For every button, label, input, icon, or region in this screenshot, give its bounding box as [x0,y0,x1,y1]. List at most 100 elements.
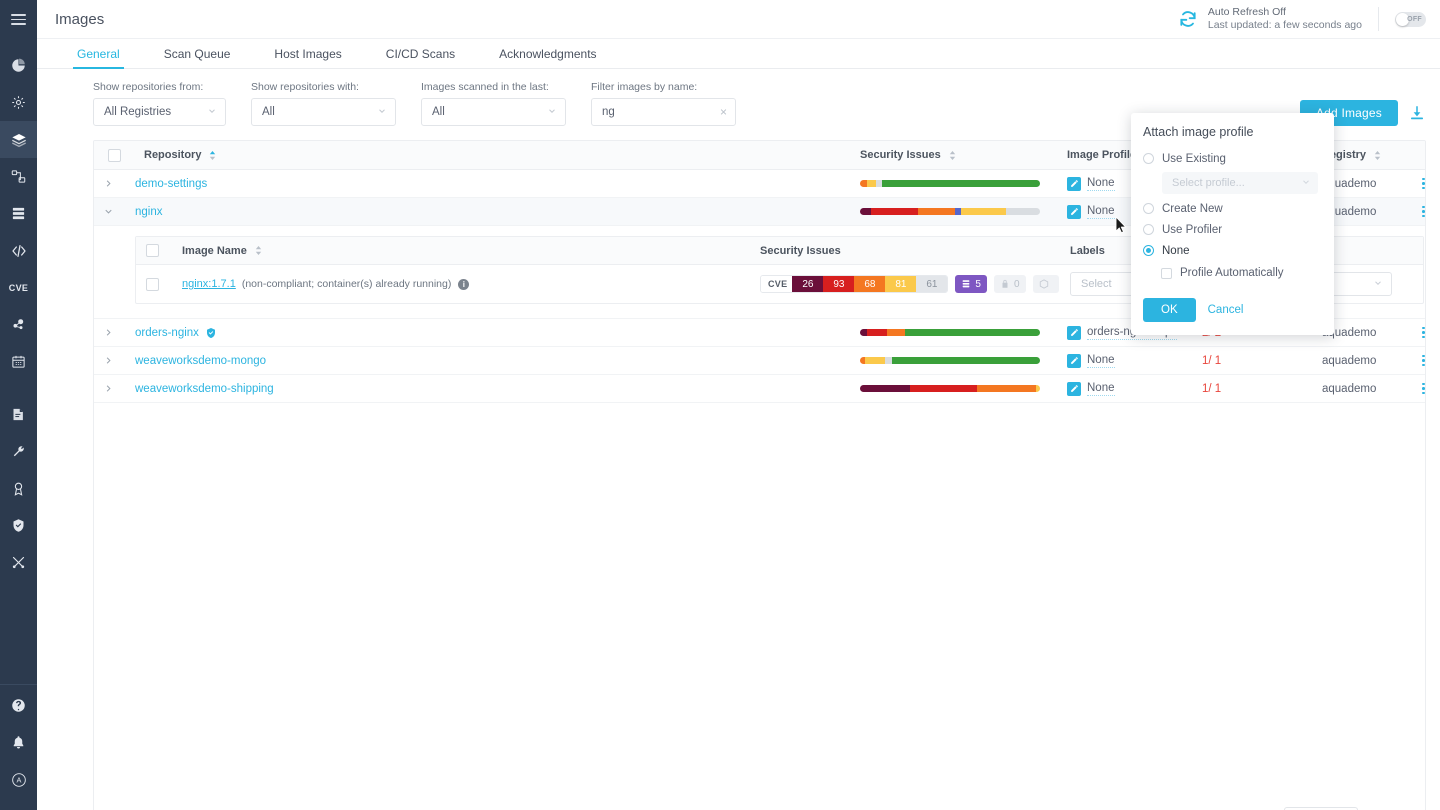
expand-row-button[interactable] [94,383,123,394]
registries-select-value: All Registries [104,106,172,118]
account-avatar-icon[interactable]: A [0,761,37,798]
tab-general[interactable]: General [73,47,124,69]
column-header-registry[interactable]: Registry [1322,149,1422,161]
repositories-with-select[interactable]: All [251,98,396,126]
image-name-input[interactable]: ng × [591,98,736,126]
filter-registries: Show repositories from: All Registries [93,81,226,126]
row-registry-cell: aquademo [1322,177,1377,190]
sidebar-item-settings[interactable] [0,84,37,121]
sidebar-item-security-shield[interactable] [0,507,37,544]
image-profile-value[interactable]: None [1087,354,1115,368]
image-name-link[interactable]: nginx:1.7.1 [182,278,236,290]
profile-automatically-checkbox[interactable] [1161,267,1172,279]
kebab-menu-icon[interactable] [1422,326,1425,339]
sidebar-item-cve[interactable]: CVE [0,269,37,306]
severity-bar [860,180,1040,187]
image-profile-value[interactable]: None [1087,177,1115,191]
radio-button[interactable] [1143,153,1154,164]
nested-column-header-image-name[interactable]: Image Name [168,245,760,257]
sidebar-item-policies[interactable] [0,306,37,343]
severity-bar [860,385,1040,392]
row-actions-menu[interactable] [1422,382,1425,395]
labels-select-placeholder: Select [1081,278,1112,290]
nested-row-checkbox[interactable] [136,277,168,291]
radio-button[interactable] [1143,224,1154,235]
row-actions-menu[interactable] [1422,177,1425,190]
repository-link[interactable]: nginx [135,206,163,218]
radio-create-new[interactable]: Create New [1140,198,1322,219]
profile-automatically-row[interactable]: Profile Automatically [1140,262,1322,284]
repository-link[interactable]: orders-nginx [135,327,199,339]
malware-pill[interactable]: 5 [955,275,987,293]
sidebar-item-workloads[interactable] [0,158,37,195]
sidebar-item-calendar[interactable] [0,343,37,380]
column-header-repository[interactable]: Repository [135,149,860,161]
repository-link[interactable]: demo-settings [135,178,207,190]
sidebar-item-tools[interactable] [0,544,37,581]
sidebar-item-reports[interactable] [0,396,37,433]
download-icon[interactable] [1408,104,1426,122]
table-row[interactable]: weaveworksdemo-shipping None 1/ 1 aquade… [94,375,1425,403]
filter-registries-label: Show repositories from: [93,81,204,93]
select-all-checkbox[interactable] [94,148,135,162]
clear-icon[interactable]: × [720,105,727,119]
collapse-row-button[interactable] [94,206,123,217]
row-repository-cell: orders-nginx [135,327,860,339]
hamburger-menu-icon[interactable] [0,0,37,39]
edit-profile-icon[interactable] [1067,176,1081,191]
scanned-in-last-select[interactable]: All [421,98,566,126]
profile-select[interactable]: Select profile... [1162,172,1318,194]
repository-link[interactable]: weaveworksdemo-mongo [135,355,266,367]
row-actions-menu[interactable] [1422,326,1425,339]
cancel-button[interactable]: Cancel [1208,304,1244,316]
expand-row-button[interactable] [94,327,123,338]
edit-profile-icon[interactable] [1067,381,1081,396]
kebab-menu-icon[interactable] [1422,354,1425,367]
sidebar-item-infrastructure[interactable] [0,195,37,232]
sidebar-item-wrench[interactable] [0,433,37,470]
sidebar-item-dashboard[interactable] [0,47,37,84]
notifications-bell-icon[interactable] [0,724,37,761]
edit-profile-icon[interactable] [1067,353,1081,368]
tab-cicd-scans[interactable]: CI/CD Scans [386,47,455,68]
nested-select-all-checkbox[interactable] [136,244,168,257]
sidebar-item-images[interactable] [0,121,37,158]
row-registry-cell: aquademo [1322,382,1377,395]
expand-row-button[interactable] [94,355,123,366]
radio-button[interactable] [1143,203,1154,214]
registries-select[interactable]: All Registries [93,98,226,126]
radio-use-existing[interactable]: Use Existing [1140,148,1322,169]
auto-refresh-toggle[interactable]: OFF [1395,11,1426,27]
image-profile-value[interactable]: None [1087,205,1115,219]
kebab-menu-icon[interactable] [1422,177,1425,190]
sidebar-item-award[interactable] [0,470,37,507]
radio-use-profiler[interactable]: Use Profiler [1140,219,1322,240]
top-bar-right: Auto Refresh Off Last updated: a few sec… [1178,6,1426,32]
radio-none[interactable]: None [1140,240,1322,261]
kebab-menu-icon[interactable] [1422,382,1425,395]
chevron-down-icon [547,106,557,119]
sidebar-item-code[interactable] [0,232,37,269]
image-profile-value[interactable]: None [1087,382,1115,396]
cve-severity-group[interactable]: CVE 26 93 68 81 61 [760,275,949,293]
table-row[interactable]: weaveworksdemo-mongo None 1/ 1 aquademo [94,347,1425,375]
kebab-menu-icon[interactable] [1422,205,1425,218]
edit-profile-icon[interactable] [1067,325,1081,340]
row-actions-menu[interactable] [1422,354,1425,367]
info-icon[interactable]: i [458,278,470,290]
sensitive-data-pill[interactable]: 0 [993,275,1026,293]
edit-profile-icon[interactable] [1067,204,1081,219]
expand-row-button[interactable] [94,178,123,189]
radio-button-selected[interactable] [1143,245,1154,256]
column-header-security-issues[interactable]: Security Issues [860,149,1067,161]
repository-link[interactable]: weaveworksdemo-shipping [135,383,274,395]
sort-icon [948,150,957,161]
row-actions-menu[interactable] [1422,205,1425,218]
ok-button[interactable]: OK [1143,298,1196,322]
help-circle-icon[interactable] [0,687,37,724]
tab-host-images[interactable]: Host Images [274,47,341,68]
tab-acknowledgments[interactable]: Acknowledgments [499,47,596,68]
tab-scan-queue[interactable]: Scan Queue [164,47,231,68]
package-pill[interactable] [1032,275,1059,293]
refresh-icon[interactable] [1178,9,1198,29]
